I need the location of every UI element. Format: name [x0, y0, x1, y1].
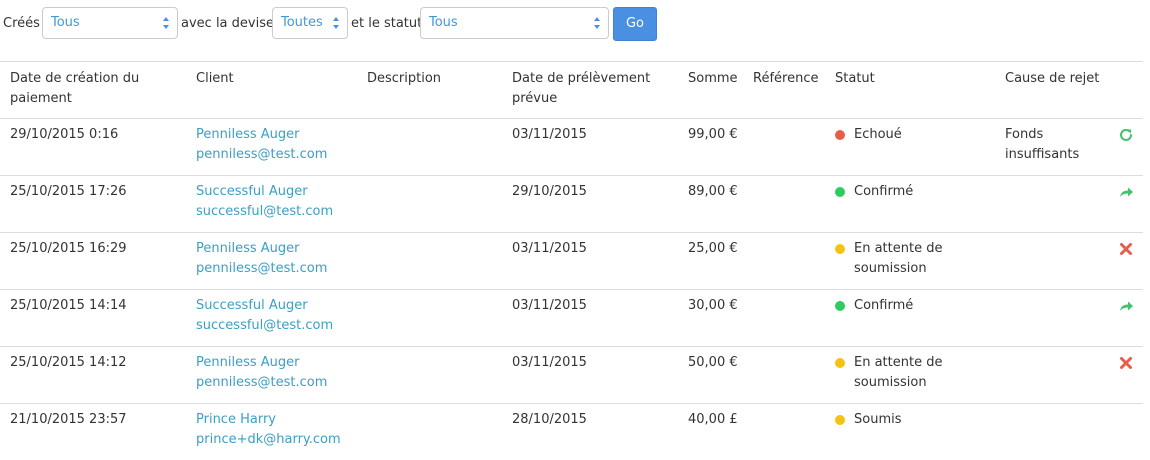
client-email-link[interactable]: successful@test.com: [196, 202, 333, 222]
table-row: 29/10/2015 0:16 Penniless Auger penniless@…: [0, 118, 1143, 175]
status-dot-icon: [835, 187, 845, 197]
status-select-value: Tous: [429, 15, 458, 30]
client-email-link[interactable]: penniless@test.com: [196, 145, 327, 165]
forward-icon[interactable]: [1118, 184, 1134, 200]
cell-charge-date: 28/10/2015: [512, 412, 587, 427]
table-row: 25/10/2015 14:14 Successful Auger successf…: [0, 289, 1143, 346]
select-arrows-icon: [163, 17, 169, 29]
retry-icon[interactable]: [1118, 127, 1134, 143]
row-divider: [0, 232, 1143, 233]
cell-date: 25/10/2015 17:26: [10, 184, 127, 199]
cell-charge-date: 03/11/2015: [512, 241, 587, 256]
header-date: Date de création du paiement: [10, 71, 140, 106]
status-dot-icon: [835, 415, 845, 425]
header-amount: Somme: [688, 71, 738, 86]
row-divider: [0, 346, 1143, 347]
cell-amount: 40,00 £: [688, 412, 738, 427]
client-name-link[interactable]: Penniless Auger: [196, 125, 327, 145]
status-dot-icon: [835, 130, 845, 140]
row-divider: [0, 289, 1143, 290]
cell-charge-date: 03/11/2015: [512, 355, 587, 370]
client-email-link[interactable]: penniless@test.com: [196, 259, 327, 279]
go-button[interactable]: Go: [613, 7, 657, 41]
cell-client: Prince Harry prince+dk@harry.com: [196, 410, 341, 450]
cell-amount: 89,00 €: [688, 184, 738, 199]
cell-status: En attente de soumission: [835, 239, 965, 279]
header-charge-date: Date de prélèvement prévue: [512, 71, 651, 106]
table-row: 21/10/2015 23:57 Prince Harry prince+dk@ha…: [0, 403, 1143, 460]
status-text: En attente de soumission: [854, 355, 943, 390]
currency-select-value: Toutes: [281, 15, 323, 30]
status-dot-icon: [835, 301, 845, 311]
header-reject: Cause de rejet: [1005, 71, 1100, 86]
currency-select[interactable]: Toutes: [272, 7, 348, 39]
header-description: Description: [367, 71, 442, 86]
row-divider: [0, 403, 1143, 404]
created-select[interactable]: Tous: [42, 7, 178, 39]
cancel-icon[interactable]: [1118, 241, 1134, 257]
status-text: Confirmé: [854, 184, 914, 199]
created-select-value: Tous: [51, 15, 80, 30]
created-label: Créés: [3, 16, 40, 31]
table-row: 25/10/2015 17:26 Successful Auger successf…: [0, 175, 1143, 232]
client-name-link[interactable]: Penniless Auger: [196, 353, 327, 373]
cell-reject: Fonds insuffisants: [1005, 127, 1080, 162]
select-arrows-icon: [594, 17, 600, 29]
status-dot-icon: [835, 358, 845, 368]
header-client: Client: [196, 71, 234, 86]
status-dot-icon: [835, 244, 845, 254]
cell-date: 25/10/2015 16:29: [10, 241, 127, 256]
status-text: En attente de soumission: [854, 241, 943, 276]
status-text: Echoué: [854, 127, 902, 142]
cell-date: 21/10/2015 23:57: [10, 412, 127, 427]
cell-status: Confirmé: [835, 296, 965, 316]
cell-amount: 25,00 €: [688, 241, 738, 256]
cell-client: Successful Auger successful@test.com: [196, 296, 333, 336]
cell-status: Confirmé: [835, 182, 965, 202]
status-text: Soumis: [854, 412, 902, 427]
table-row: 25/10/2015 16:29 Penniless Auger penniless…: [0, 232, 1143, 289]
cell-client: Penniless Auger penniless@test.com: [196, 239, 327, 279]
cell-charge-date: 29/10/2015: [512, 184, 587, 199]
cell-status: Soumis: [835, 410, 965, 430]
client-email-link[interactable]: prince+dk@harry.com: [196, 430, 341, 450]
client-email-link[interactable]: penniless@test.com: [196, 373, 327, 393]
cell-status: En attente de soumission: [835, 353, 965, 393]
status-text: Confirmé: [854, 298, 914, 313]
cell-client: Successful Auger successful@test.com: [196, 182, 333, 222]
cancel-icon[interactable]: [1118, 355, 1134, 371]
header-reference: Référence: [753, 71, 819, 86]
client-email-link[interactable]: successful@test.com: [196, 316, 333, 336]
select-arrows-icon: [333, 17, 339, 29]
currency-label: avec la devise: [181, 16, 274, 31]
header-status: Statut: [835, 71, 875, 86]
client-name-link[interactable]: Prince Harry: [196, 410, 341, 430]
cell-charge-date: 03/11/2015: [512, 298, 587, 313]
cell-status: Echoué: [835, 125, 965, 145]
status-select[interactable]: Tous: [420, 7, 609, 39]
forward-icon[interactable]: [1118, 298, 1134, 314]
cell-date: 25/10/2015 14:14: [10, 298, 127, 313]
filter-bar: Créés Tous avec la devise Toutes et le s…: [0, 0, 1150, 50]
cell-charge-date: 03/11/2015: [512, 127, 587, 142]
cell-date: 29/10/2015 0:16: [10, 127, 119, 142]
cell-amount: 50,00 €: [688, 355, 738, 370]
table-row: 25/10/2015 14:12 Penniless Auger penniless…: [0, 346, 1143, 403]
row-divider: [0, 175, 1143, 176]
cell-client: Penniless Auger penniless@test.com: [196, 125, 327, 165]
cell-amount: 99,00 €: [688, 127, 738, 142]
cell-date: 25/10/2015 14:12: [10, 355, 127, 370]
client-name-link[interactable]: Successful Auger: [196, 296, 333, 316]
cell-amount: 30,00 €: [688, 298, 738, 313]
row-divider: [0, 118, 1143, 119]
table-top-border: [0, 61, 1143, 62]
status-label: et le statut: [351, 16, 423, 31]
client-name-link[interactable]: Successful Auger: [196, 182, 333, 202]
client-name-link[interactable]: Penniless Auger: [196, 239, 327, 259]
cell-client: Penniless Auger penniless@test.com: [196, 353, 327, 393]
